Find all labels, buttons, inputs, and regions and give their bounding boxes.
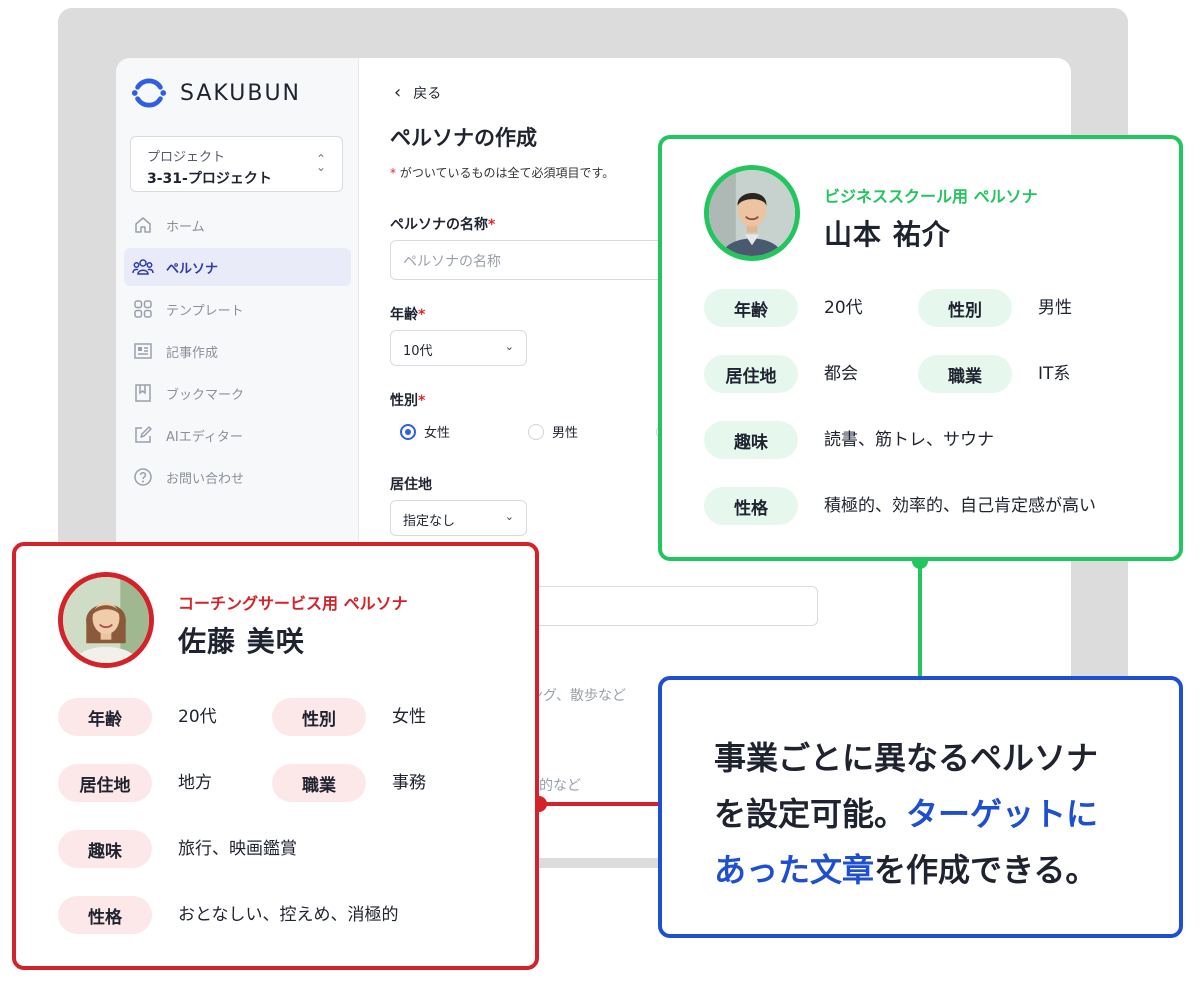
job-value: IT系 <box>1038 364 1071 384</box>
message-line-2: を設定可能。ターゲットに <box>714 786 1098 842</box>
hobby-tag: 趣味 <box>704 421 798 459</box>
persona-card-business-school: ビジネススクール用 ペルソナ 山本 祐介 年齢 20代 性別 男性 居住地 都会… <box>658 135 1183 561</box>
gender-tag: 性別 <box>918 289 1012 327</box>
personality-tag: 性格 <box>704 487 798 525</box>
message-highlight: ターゲットに <box>906 795 1099 833</box>
residence-value: 都会 <box>824 364 858 384</box>
residence-value: 地方 <box>178 773 212 793</box>
avatar-woman <box>58 572 154 668</box>
job-tag: 職業 <box>918 355 1012 393</box>
persona-name: 山本 祐介 <box>824 218 951 251</box>
job-value: 事務 <box>392 773 426 793</box>
woman-photo-icon <box>63 577 149 663</box>
persona-subtitle: コーチングサービス用 ペルソナ <box>178 594 408 613</box>
man-photo-icon <box>709 170 795 256</box>
age-value: 20代 <box>824 298 863 318</box>
avatar-man <box>704 165 800 261</box>
job-tag: 職業 <box>272 764 366 802</box>
gender-value: 男性 <box>1038 298 1072 318</box>
personality-value: 積極的、効率的、自己肯定感が高い <box>824 496 1096 516</box>
personality-tag: 性格 <box>58 896 152 934</box>
age-value: 20代 <box>178 707 217 727</box>
hobby-value: 読書、筋トレ、サウナ <box>824 430 994 450</box>
feature-message: 事業ごとに異なるペルソナ を設定可能。ターゲットに あった文章を作成できる。 <box>714 730 1098 898</box>
hobby-value: 旅行、映画鑑賞 <box>178 839 297 859</box>
age-tag: 年齢 <box>58 698 152 736</box>
message-plain: を作成できる。 <box>874 851 1098 889</box>
feature-message-card: 事業ごとに異なるペルソナ を設定可能。ターゲットに あった文章を作成できる。 <box>658 676 1183 938</box>
personality-value: おとなしい、控えめ、消極的 <box>178 905 399 925</box>
message-plain: を設定可能。 <box>714 795 907 833</box>
residence-tag: 居住地 <box>704 355 798 393</box>
message-line-1: 事業ごとに異なるペルソナ <box>714 739 1099 777</box>
persona-card-coaching: コーチングサービス用 ペルソナ 佐藤 美咲 年齢 20代 性別 女性 居住地 地… <box>12 542 539 970</box>
message-highlight: あった文章 <box>714 851 875 889</box>
age-tag: 年齢 <box>704 289 798 327</box>
persona-subtitle: ビジネススクール用 ペルソナ <box>824 187 1038 206</box>
hobby-tag: 趣味 <box>58 830 152 868</box>
message-line-3: あった文章を作成できる。 <box>714 842 1098 898</box>
gender-value: 女性 <box>392 707 426 727</box>
persona-name: 佐藤 美咲 <box>178 625 305 658</box>
gender-tag: 性別 <box>272 698 366 736</box>
residence-tag: 居住地 <box>58 764 152 802</box>
